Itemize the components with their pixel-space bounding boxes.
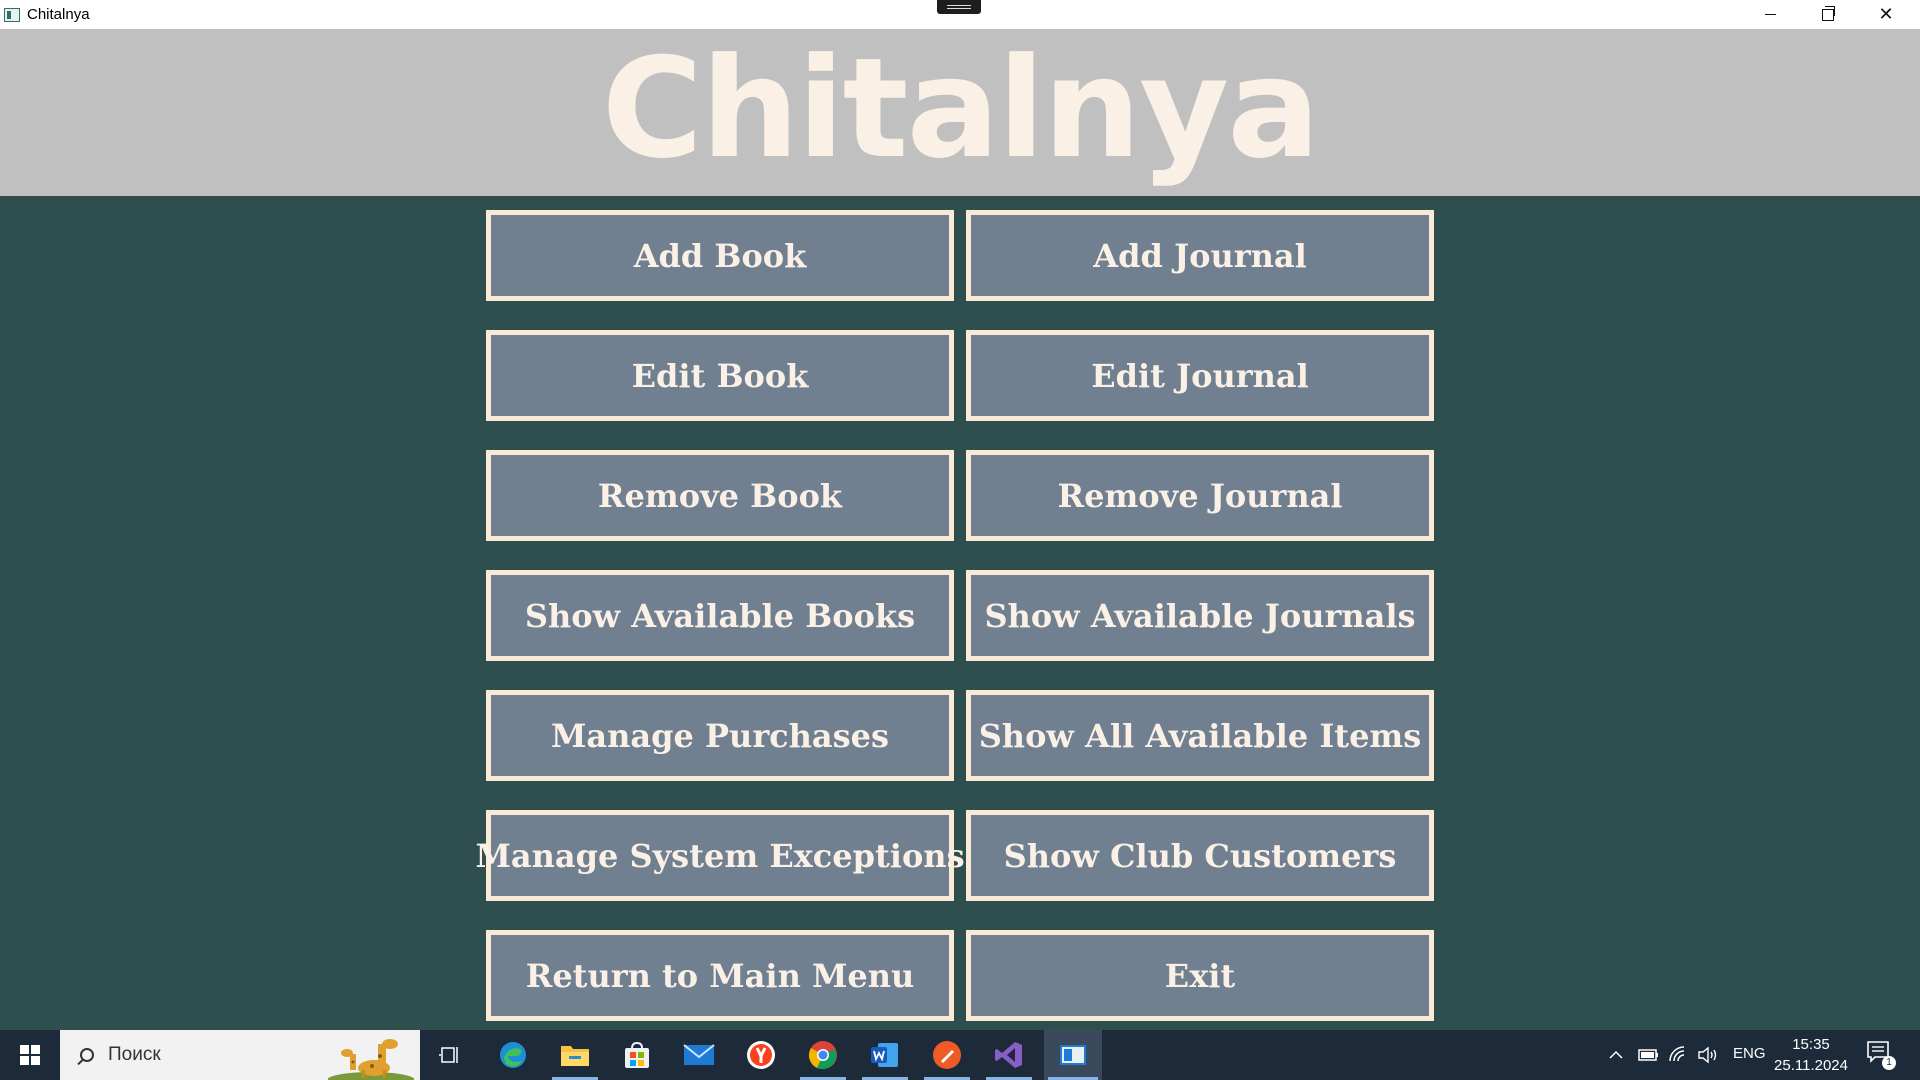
show-all-available-items-button[interactable]: Show All Available Items <box>966 690 1434 781</box>
yandex-browser-icon <box>747 1041 775 1069</box>
app-icon <box>4 7 20 22</box>
tray-chevron-up-icon[interactable] <box>1608 1047 1624 1063</box>
exit-button[interactable]: Exit <box>966 930 1434 1021</box>
word-icon <box>871 1043 898 1067</box>
show-available-journals-button[interactable]: Show Available Journals <box>966 570 1434 661</box>
search-icon <box>80 1048 94 1062</box>
task-view-button[interactable] <box>423 1030 477 1080</box>
task-view-icon <box>439 1047 458 1063</box>
network-icon[interactable] <box>1668 1045 1688 1065</box>
battery-icon[interactable] <box>1638 1047 1660 1063</box>
clock-time: 15:35 <box>1792 1036 1830 1053</box>
edit-journal-button[interactable]: Edit Journal <box>966 330 1434 421</box>
window-title: Chitalnya <box>27 6 90 23</box>
chitalnya-app-icon <box>1060 1045 1086 1065</box>
postman-icon <box>933 1041 961 1069</box>
remove-journal-button[interactable]: Remove Journal <box>966 450 1434 541</box>
giraffe-illustration-icon <box>328 1039 414 1080</box>
file-explorer-icon <box>561 1046 589 1066</box>
show-available-books-button[interactable]: Show Available Books <box>486 570 954 661</box>
language-indicator[interactable]: ENG <box>1733 1045 1766 1062</box>
manage-system-exceptions-button[interactable]: Manage System Exceptions <box>475 810 965 901</box>
minimize-button[interactable] <box>1741 0 1799 29</box>
search-placeholder: Поиск <box>108 1044 161 1065</box>
windows-logo-icon <box>20 1045 40 1065</box>
taskbar-chitalnya[interactable] <box>1044 1030 1102 1080</box>
restore-icon <box>1822 5 1835 21</box>
close-icon: ✕ <box>1878 3 1894 25</box>
minimize-icon <box>1764 14 1776 15</box>
taskbar-chrome[interactable] <box>796 1030 850 1080</box>
header-banner: Chitalnya <box>0 29 1920 196</box>
return-to-main-menu-button[interactable]: Return to Main Menu <box>486 930 954 1021</box>
taskbar-visual-studio[interactable] <box>982 1030 1036 1080</box>
close-button[interactable]: ✕ <box>1857 0 1915 29</box>
clock-date: 25.11.2024 <box>1774 1057 1848 1074</box>
taskbar-word[interactable] <box>858 1030 912 1080</box>
remove-book-button[interactable]: Remove Book <box>486 450 954 541</box>
drag-handle[interactable] <box>937 0 981 14</box>
edge-icon <box>500 1042 526 1068</box>
taskbar-mail[interactable] <box>672 1030 726 1080</box>
show-club-customers-button[interactable]: Show Club Customers <box>966 810 1434 901</box>
taskbar-search[interactable]: Поиск <box>60 1030 420 1080</box>
visual-studio-icon <box>995 1042 1022 1068</box>
mail-icon <box>683 1044 715 1065</box>
chrome-icon <box>808 1041 837 1070</box>
taskbar-file-explorer[interactable] <box>548 1030 602 1080</box>
volume-icon[interactable] <box>1697 1045 1719 1065</box>
notification-center-button[interactable]: 1 <box>1866 1040 1896 1070</box>
add-book-button[interactable]: Add Book <box>486 210 954 301</box>
start-button[interactable] <box>0 1030 60 1080</box>
menu-grid: Add Book Add Journal Edit Book Edit Jour… <box>475 210 1434 1021</box>
taskbar-clock[interactable]: 15:35 25.11.2024 <box>1765 1034 1857 1076</box>
taskbar-store[interactable] <box>610 1030 664 1080</box>
taskbar-edge[interactable] <box>486 1030 540 1080</box>
add-journal-button[interactable]: Add Journal <box>966 210 1434 301</box>
taskbar-yandex-browser[interactable] <box>734 1030 788 1080</box>
taskbar: Поиск ENG 15:35 25.11.2024 1 <box>0 1030 1920 1080</box>
taskbar-postman[interactable] <box>920 1030 974 1080</box>
manage-purchases-button[interactable]: Manage Purchases <box>486 690 954 781</box>
restore-button[interactable] <box>1799 0 1857 29</box>
edit-book-button[interactable]: Edit Book <box>486 330 954 421</box>
app-title: Chitalnya <box>601 27 1321 189</box>
window-titlebar[interactable]: Chitalnya ✕ <box>0 0 1920 29</box>
notification-count-badge: 1 <box>1882 1056 1896 1070</box>
microsoft-store-icon <box>625 1041 649 1068</box>
